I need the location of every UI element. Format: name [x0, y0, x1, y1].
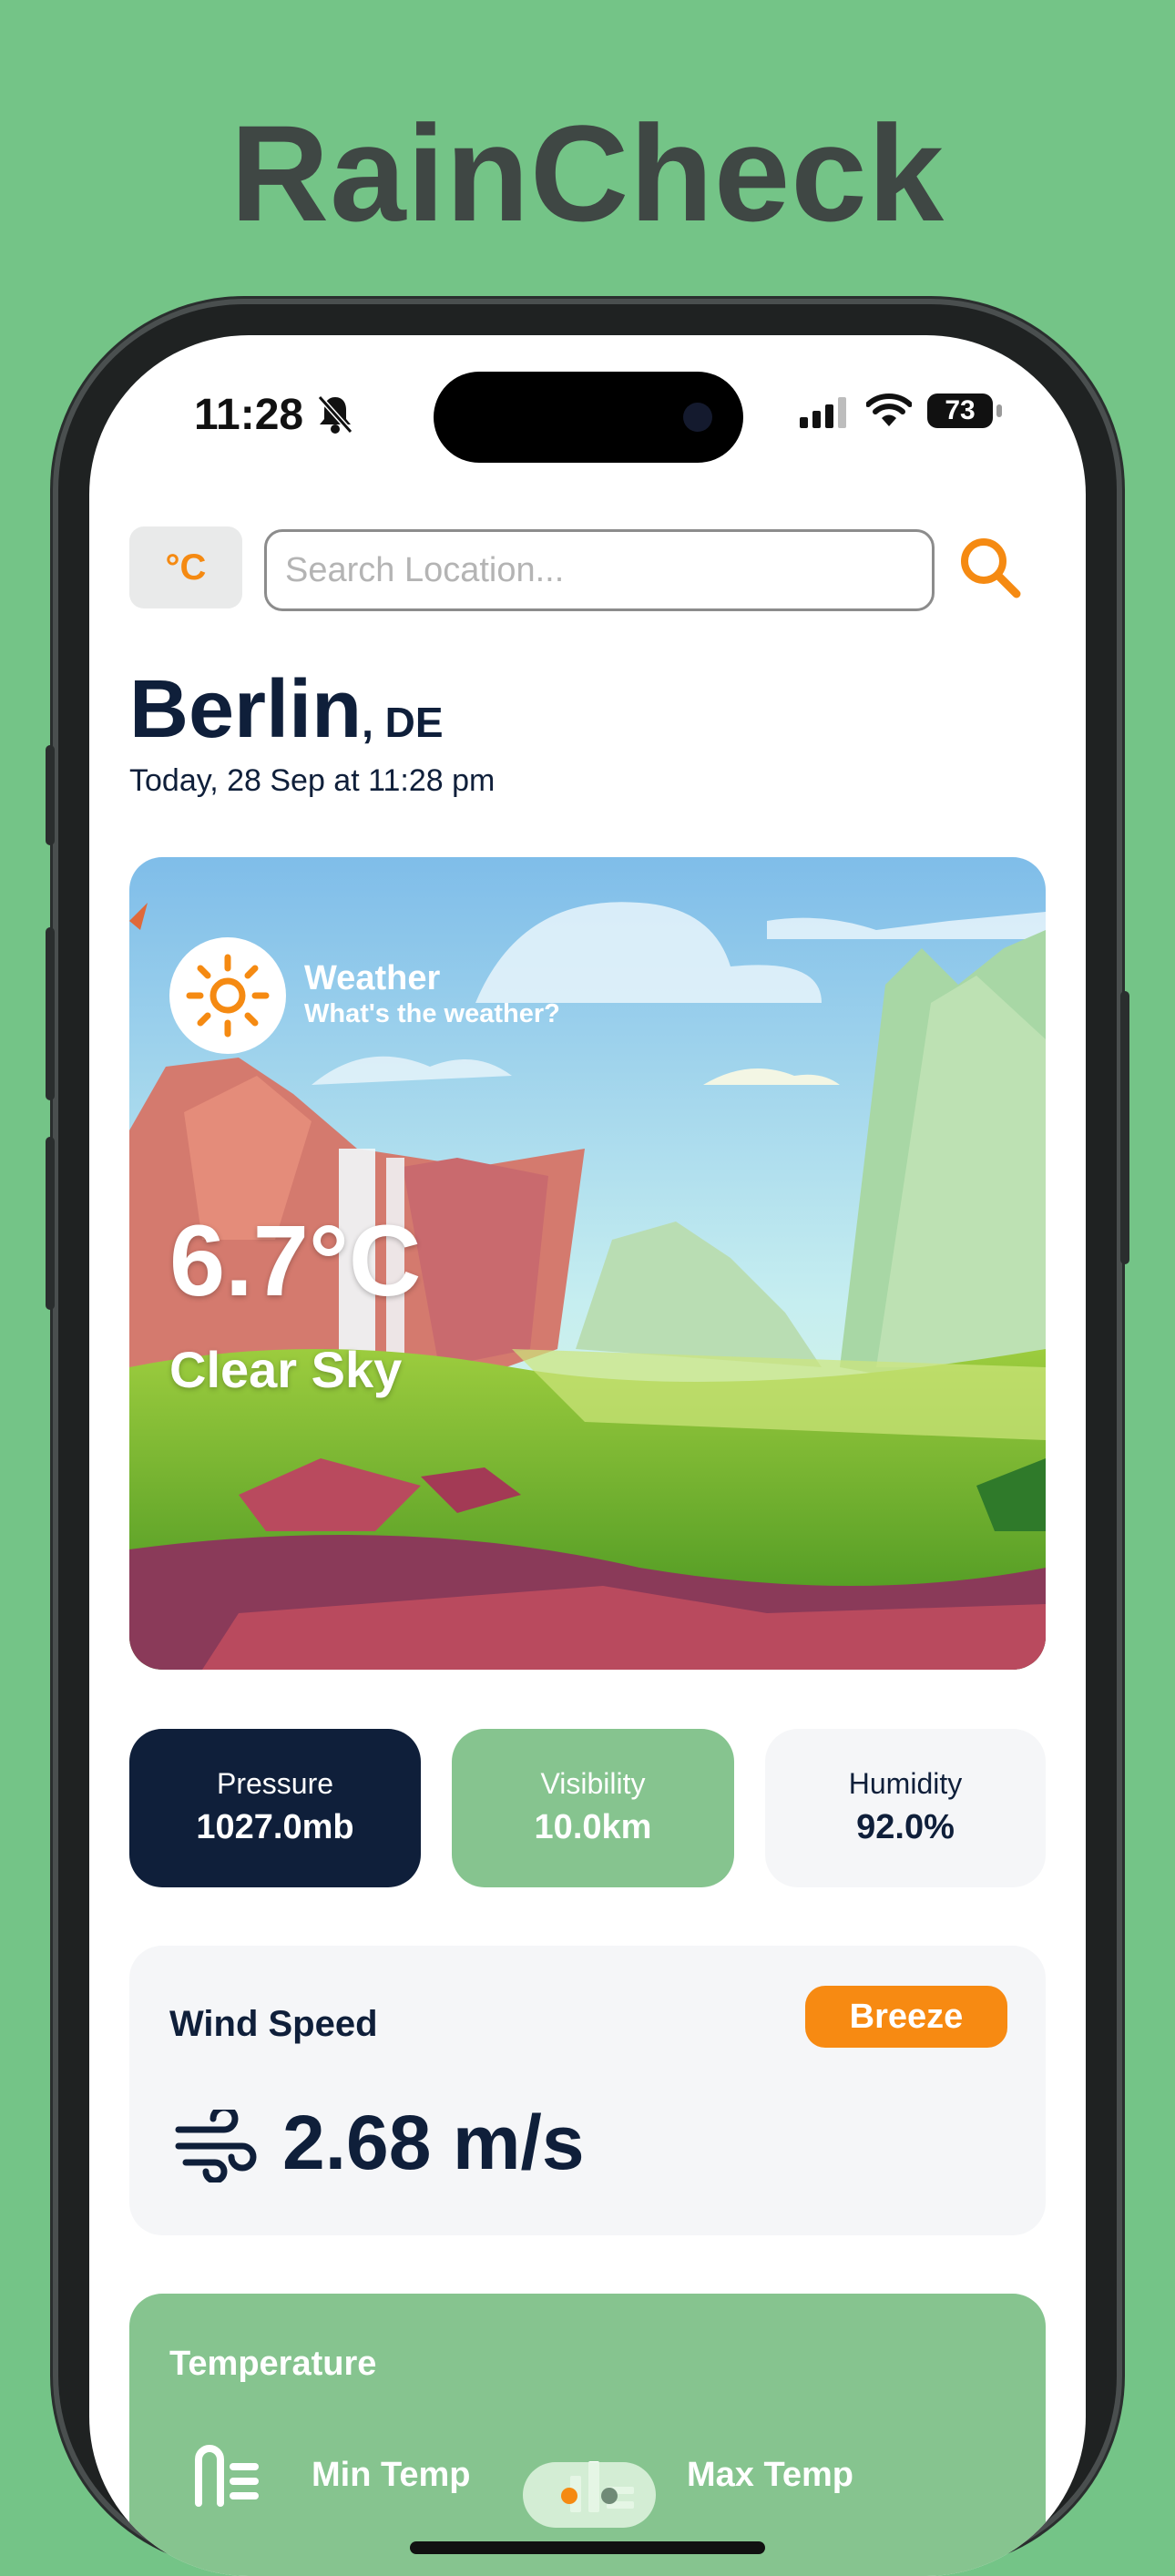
search-input[interactable] [267, 532, 932, 608]
power-button [1120, 991, 1129, 1264]
weather-card-subtitle: What's the weather? [304, 999, 560, 1028]
wind-speed-card: Wind Speed Breeze 2.68 m/s [129, 1946, 1046, 2235]
status-time: 11:28 [194, 391, 304, 439]
app-screen: 11:28 73 °C Search Location... Berlin, D… [89, 335, 1086, 2576]
location-heading: Berlin, DE [129, 663, 444, 757]
cellular-signal-icon [800, 397, 846, 428]
min-temp-label: Min Temp [312, 2456, 471, 2494]
city-name: Berlin [129, 664, 363, 755]
wind-speed-title: Wind Speed [169, 2004, 378, 2044]
wind-speed-value: 2.68 m/s [282, 2100, 585, 2185]
promo-title: RainCheck [230, 97, 945, 250]
visibility-label: Visibility [540, 1767, 646, 1800]
visibility-value: 10.0km [534, 1808, 652, 1846]
page-dot[interactable] [601, 2488, 618, 2504]
wind-icon [175, 2110, 257, 2182]
temperature-card-title: Temperature [169, 2345, 377, 2383]
pressure-label: Pressure [216, 1767, 334, 1800]
max-temp-label: Max Temp [687, 2456, 854, 2494]
humidity-card: Humidity 92.0% [765, 1729, 1046, 1887]
home-indicator[interactable] [410, 2541, 765, 2554]
volume-down-button [46, 1137, 55, 1310]
country-code: , DE [362, 699, 444, 746]
temperature-card: Temperature Min Temp Max Temp [129, 2294, 1046, 2576]
dynamic-island [434, 372, 743, 463]
weather-condition: Clear Sky [169, 1341, 403, 1398]
page-dot-active[interactable] [561, 2488, 577, 2504]
sun-badge [169, 937, 286, 1054]
current-temperature: 6.7°C [169, 1205, 422, 1317]
wifi-icon [866, 394, 912, 426]
weather-hero-card: Weather What's the weather? 6.7°C Clear … [129, 857, 1046, 1670]
page-indicator[interactable] [523, 2462, 656, 2528]
visibility-card: Visibility 10.0km [452, 1729, 734, 1887]
unit-toggle-button[interactable]: °C [129, 526, 242, 608]
phone-frame: 11:28 73 °C Search Location... Berlin, D… [46, 299, 1129, 2576]
humidity-label: Humidity [848, 1767, 963, 1800]
date-time: Today, 28 Sep at 11:28 pm [129, 763, 496, 798]
search-box [264, 529, 935, 611]
silent-bell-icon [317, 394, 353, 434]
volume-up-button [46, 927, 55, 1100]
min-temp-icon [195, 2445, 259, 2507]
sun-icon [186, 954, 270, 1038]
weather-card-title: Weather [304, 959, 441, 997]
battery-indicator: 73 [927, 394, 993, 428]
humidity-value: 92.0% [856, 1808, 955, 1846]
action-button [46, 745, 55, 845]
wind-status-badge: Breeze [805, 1986, 1007, 2048]
camera-icon [683, 403, 712, 432]
pressure-card: Pressure 1027.0mb [129, 1729, 421, 1887]
pressure-value: 1027.0mb [196, 1808, 354, 1846]
battery-tip [996, 404, 1002, 417]
search-icon[interactable] [956, 534, 1026, 603]
